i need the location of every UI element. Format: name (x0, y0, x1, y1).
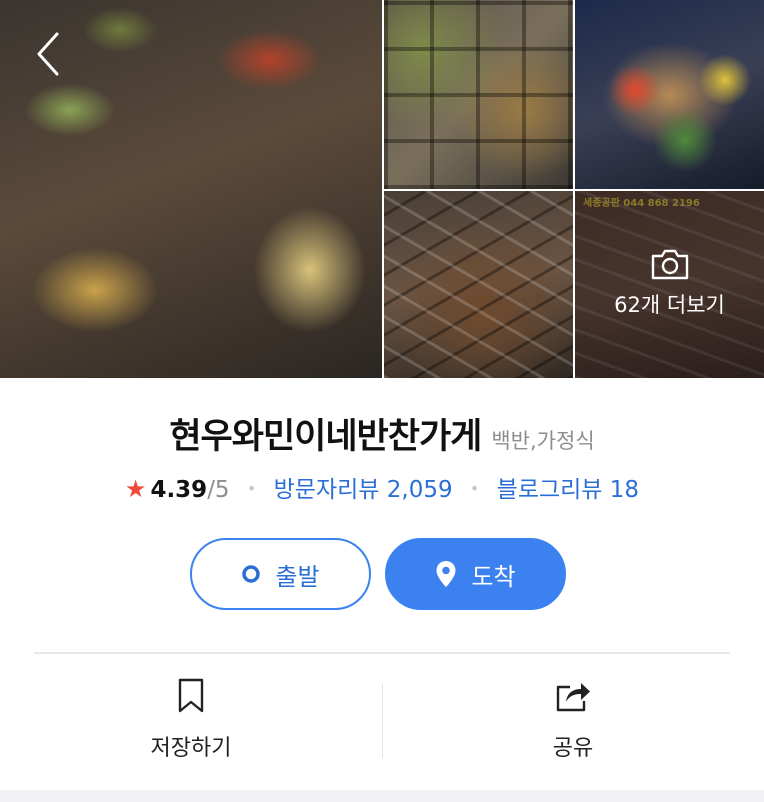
star-icon: ★ (124, 475, 147, 503)
camera-icon (651, 249, 688, 279)
separator-dot: • (246, 479, 257, 498)
location-pin-icon (436, 561, 456, 587)
depart-button[interactable]: 출발 (190, 538, 371, 610)
arrive-label: 도착 (471, 562, 516, 591)
save-button[interactable]: 저장하기 (0, 676, 382, 770)
photo-gallery: 세종공판 044 868 2196 62개 더보기 (0, 0, 764, 378)
rating-max: /5 (207, 477, 230, 503)
arrive-button[interactable]: 도착 (385, 538, 566, 610)
share-label: 공유 (552, 736, 594, 761)
more-photos-button[interactable]: 62개 더보기 (575, 191, 764, 378)
back-button[interactable] (30, 28, 66, 80)
more-photos-label: 62개 더보기 (614, 292, 725, 317)
place-name: 현우와민이네반찬가게 (169, 417, 482, 457)
separator-dot: • (469, 479, 480, 498)
place-category: 백반,가정식 (491, 429, 595, 453)
rating-value: 4.39 (150, 477, 208, 503)
save-label: 저장하기 (150, 736, 232, 761)
back-arrow-icon (37, 32, 59, 76)
place-header: 현우와민이네반찬가게 백반,가정식 (0, 408, 764, 459)
visitor-reviews-link[interactable]: 방문자리뷰 2,059 (274, 477, 453, 503)
section-divider (34, 652, 730, 654)
photo-thumbnail-3[interactable] (384, 191, 573, 378)
bookmark-icon (178, 678, 204, 713)
photo-thumbnail-2[interactable] (575, 0, 764, 189)
share-button[interactable]: 공유 (382, 676, 764, 770)
bottom-divider-strip (0, 790, 764, 802)
blog-reviews-link[interactable]: 블로그리뷰 18 (497, 477, 639, 503)
target-dot-icon (242, 565, 261, 583)
depart-label: 출발 (275, 562, 320, 591)
place-stats: ★ 4.39/5 • 방문자리뷰 2,059 • 블로그리뷰 18 (0, 470, 764, 504)
photo-thumbnail-1[interactable] (384, 0, 573, 189)
share-icon (556, 683, 590, 712)
